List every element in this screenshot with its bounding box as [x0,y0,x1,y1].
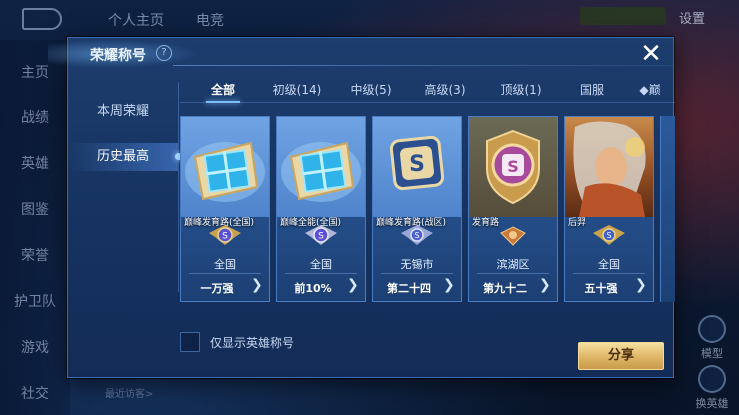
title-card[interactable]: S 发育路 滨湖区 第九十二 ❯ [468,116,558,302]
s-logo-icon: S [389,135,445,191]
close-button[interactable]: ✕ [639,41,663,67]
modal-title: 荣耀称号 [90,48,146,64]
card-title: 后羿 [568,218,587,228]
title-card[interactable]: 巅峰发育路(全国) S 全国 一万强 ❯ [180,116,270,302]
rank-emblem-icon: S [209,225,241,245]
tab-junior[interactable]: 初级(14) [268,79,326,103]
card-region: 无锡市 [400,258,434,271]
help-icon[interactable]: ? [156,45,172,61]
svg-text:S: S [318,232,324,242]
shield-s-icon: S [486,129,540,205]
title-card[interactable]: 后羿 S 全国 五十强 ❯ [564,116,654,302]
card-region: 全国 [310,258,332,271]
tab-personal-home[interactable]: 个人主页 [108,10,164,30]
network-badge [580,7,666,25]
nav-item-honor[interactable]: 荣誉 [0,245,70,265]
tab-intermediate[interactable]: 中级(5) [346,79,396,103]
chevron-right-icon[interactable]: ❯ [635,277,649,293]
title-cards: 巅峰发育路(全国) S 全国 一万强 ❯ 巅峰全能(全国) S 全国 前10% … [180,116,675,302]
card-rank: 第九十二 [483,282,527,295]
tab-esports[interactable]: 电竞 [196,10,224,30]
card-art [565,117,653,217]
nav-item-social[interactable]: 社交 [0,383,70,403]
card-art [181,117,269,217]
card-art [277,117,365,217]
tab-all[interactable]: 全部 [202,79,244,103]
model-icon [698,315,726,343]
settings-button[interactable]: 设置 [679,8,705,27]
change-hero-button[interactable]: 换英雄 [690,365,734,411]
card-divider [381,273,453,274]
gift-box-icon [281,141,361,202]
tabs-divider [180,102,675,103]
card-art: S [373,117,461,217]
card-divider [573,273,645,274]
card-region: 滨湖区 [496,258,530,271]
chevron-right-icon[interactable]: ❯ [251,277,265,293]
card-region: 全国 [214,258,236,271]
svg-text:S: S [222,232,228,242]
modal-header: 荣耀称号 ? ✕ [48,38,675,72]
diamond-icon: ◆ [639,83,649,97]
chevron-right-icon[interactable]: ❯ [539,277,553,293]
tab-senior[interactable]: 高级(3) [420,79,470,103]
change-hero-label: 换英雄 [695,397,729,410]
recent-visitors-link[interactable]: 最近访客> [105,385,153,400]
title-card[interactable]: 巅峰全能(全国) S 全国 前10% ❯ [276,116,366,302]
filter-tabs: 全部 初级(14) 中级(5) 高级(3) 顶级(1) 国服 ◆巅 [180,79,670,103]
svg-text:S: S [507,157,519,176]
next-card-peek[interactable] [660,116,675,302]
back-icon[interactable] [22,8,62,30]
rank-emblem-icon: S [401,225,433,245]
nav-item-records[interactable]: 战绩 [0,107,70,127]
share-button[interactable]: 分享 [578,342,664,370]
tab-peak[interactable]: ◆巅 [632,79,668,103]
card-art: S [469,117,557,217]
svg-text:S: S [409,152,425,177]
header-divider [173,65,673,66]
card-divider [477,273,549,274]
hero-portrait-icon [573,121,646,217]
card-rank: 前10% [294,282,332,295]
nav-item-heroes[interactable]: 英雄 [0,153,70,173]
tab-top[interactable]: 顶级(1) [496,79,546,103]
tab-national[interactable]: 国服 [572,79,612,103]
rank-emblem-icon: S [305,225,337,245]
honor-titles-modal: 荣耀称号 ? ✕ 本周荣耀 历史最高 全部 初级(14) 中级(5) 高级(3)… [48,37,675,378]
card-rank: 一万强 [200,282,234,295]
card-rank: 五十强 [584,282,618,295]
subnav-item-history-best[interactable]: 历史最高 [68,143,182,171]
title-card[interactable]: S 巅峰发育路(战区) S 无锡市 第二十四 ❯ [372,116,462,302]
chevron-right-icon[interactable]: ❯ [347,277,361,293]
card-divider [285,273,357,274]
card-region: 全国 [598,258,620,271]
card-divider [189,273,261,274]
nav-item-codex[interactable]: 图鉴 [0,199,70,219]
nav-item-guard[interactable]: 护卫队 [0,291,70,311]
model-button[interactable]: 模型 [690,315,734,361]
hero-titles-only-checkbox[interactable] [180,332,200,352]
tab-peak-label: 巅 [648,83,661,97]
rank-emblem-icon [500,226,526,246]
svg-text:S: S [606,231,611,240]
subnav-item-this-week[interactable]: 本周荣耀 [68,98,178,126]
change-hero-icon [698,365,726,393]
left-nav: 主页 战绩 英雄 图鉴 荣誉 护卫队 游戏 社交 [0,40,70,415]
card-rank: 第二十四 [387,282,431,295]
nav-item-games[interactable]: 游戏 [0,337,70,357]
model-label: 模型 [701,347,723,360]
svg-text:S: S [414,231,419,240]
hero-titles-only-label: 仅显示英雄称号 [210,336,295,350]
rank-emblem-icon: S [593,225,625,245]
subnav-divider [178,82,179,292]
gift-box-icon [185,141,265,202]
chevron-right-icon[interactable]: ❯ [443,277,457,293]
